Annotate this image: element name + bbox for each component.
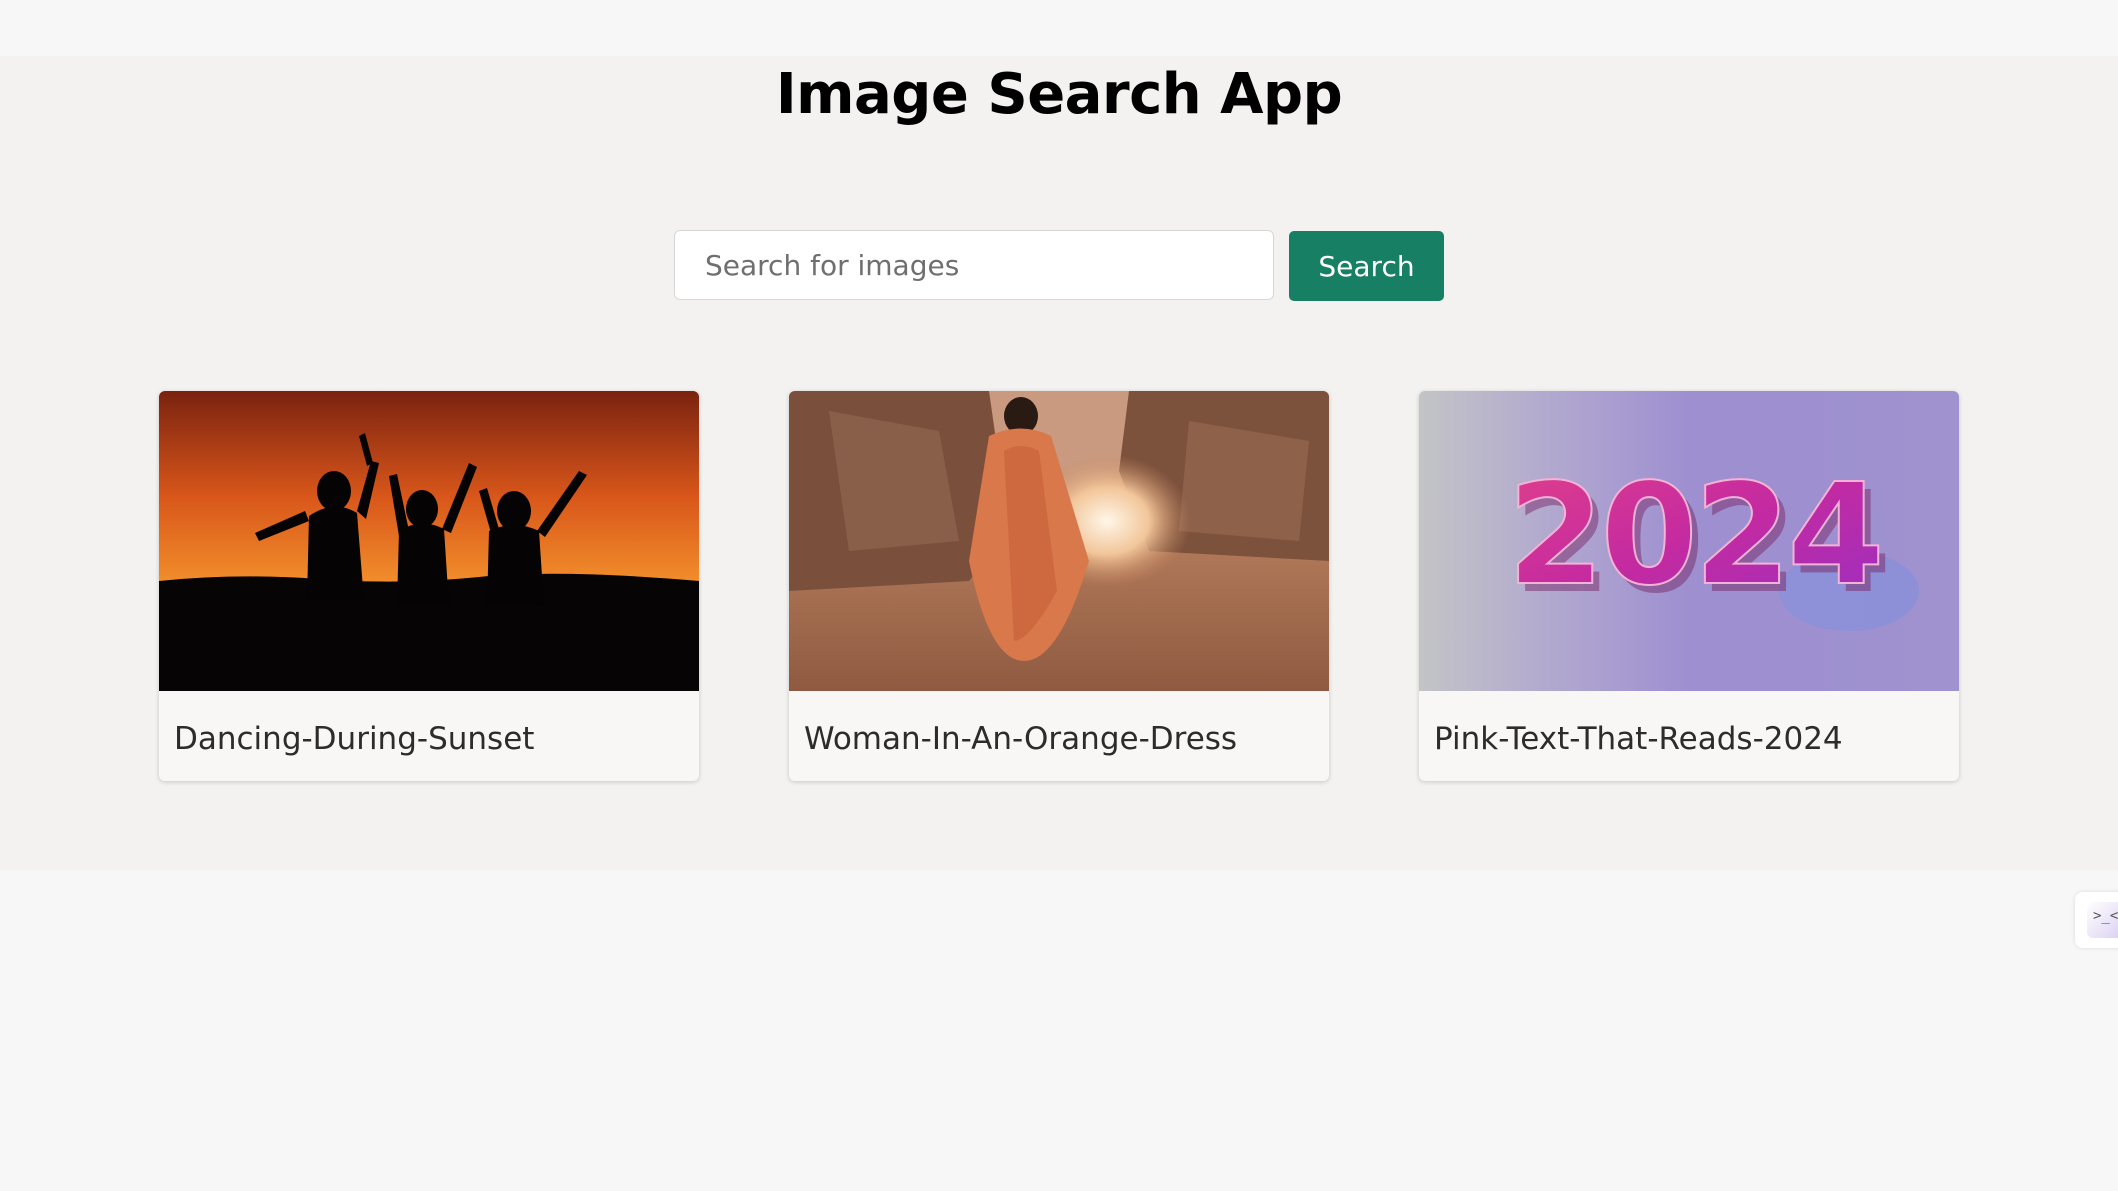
app-section: Image Search App Search for images Searc… (0, 56, 2118, 870)
image-caption: Pink-Text-That-Reads-2024 (1434, 721, 1843, 757)
result-image[interactable] (159, 391, 699, 691)
result-image[interactable]: 2024 2024 (1419, 391, 1959, 691)
side-widget[interactable]: >_< (2075, 892, 2118, 948)
image-card[interactable]: Dancing-During-Sunset (159, 391, 699, 781)
search-input[interactable] (674, 230, 1274, 300)
image-caption: Woman-In-An-Orange-Dress (804, 721, 1238, 757)
result-image[interactable] (789, 391, 1329, 691)
page-title: Image Search App (775, 62, 1343, 127)
svg-text:2024: 2024 (1507, 454, 1881, 617)
search-button[interactable]: Search (1289, 231, 1444, 301)
face-icon[interactable]: >_< (2087, 902, 2118, 938)
image-card[interactable]: 2024 2024 Pink-Text-That-Reads-2024 (1419, 391, 1959, 781)
image-caption: Dancing-During-Sunset (174, 721, 535, 757)
image-card[interactable]: Woman-In-An-Orange-Dress (789, 391, 1329, 781)
